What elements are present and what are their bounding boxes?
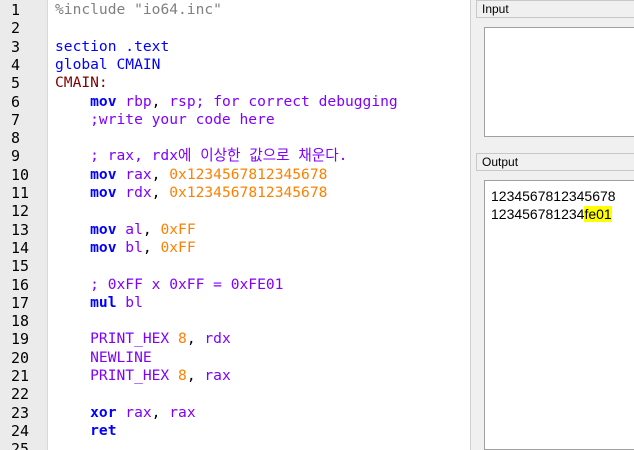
code-token: mul — [55, 293, 117, 311]
code-token: , — [186, 330, 196, 348]
code-token: bl — [116, 293, 143, 311]
input-panel-title: Input — [476, 0, 634, 18]
code-token: 0x1234567812345678 — [160, 165, 328, 183]
output-textbox[interactable]: 1234567812345678 123456781234fe01 — [484, 180, 634, 450]
code-line-16[interactable]: ; 0xFF x 0xFF = 0xFE01 — [55, 276, 283, 294]
line-number: 8 — [11, 129, 21, 148]
line-number-gutter: 1 2 3 4 5 6 7 8 9 10 11 12 13 14 15 16 17 18 19 20 21 22 23 24 2… — [0, 0, 48, 450]
line-number: 18 — [11, 312, 30, 331]
code-token: xor — [55, 403, 117, 421]
line-number: 11 — [11, 184, 30, 202]
code-token: rdx — [195, 330, 231, 348]
line-number: 9 — [11, 147, 21, 166]
line-number: 22 — [11, 385, 30, 404]
code-token: mov — [55, 220, 117, 238]
code-token: rax — [160, 403, 196, 421]
line-number: 24 — [11, 421, 30, 440]
code-line-20[interactable]: NEWLINE — [55, 349, 152, 367]
line-number: 25 — [11, 440, 30, 450]
line-number: 10 — [11, 165, 30, 184]
code-token: PRINT_HEX — [55, 330, 170, 348]
line-number: 12 — [11, 202, 30, 221]
code-token: .text — [116, 37, 170, 55]
code-line-19[interactable]: PRINT_HEX 8, rdx — [55, 330, 231, 348]
code-token: 0x1234567812345678 — [160, 184, 328, 201]
line-number: 15 — [11, 257, 30, 276]
code-token: rax — [116, 403, 152, 421]
line-number: 3 — [11, 37, 21, 56]
code-line-4[interactable]: global CMAIN — [55, 56, 160, 74]
output-panel-title: Output — [476, 153, 634, 171]
code-line-14[interactable]: mov bl, 0xFF — [55, 238, 196, 257]
line-number: 17 — [11, 293, 30, 312]
code-line-24[interactable]: ret — [55, 421, 117, 440]
line-number: 20 — [11, 348, 30, 367]
code-line-7[interactable]: ;write your code here — [55, 111, 275, 129]
output-line-1: 1234567812345678 — [491, 188, 616, 204]
code-token: ret — [55, 421, 117, 439]
code-token: PRINT_HEX — [55, 367, 170, 384]
code-token: , — [142, 220, 152, 238]
code-line-21[interactable]: PRINT_HEX 8, rax — [55, 367, 231, 385]
code-line-23[interactable]: xor rax, rax — [55, 403, 196, 422]
line-number: 13 — [11, 220, 30, 239]
code-editor[interactable]: 1 2 3 4 5 6 7 8 9 10 11 12 13 14 15 16 17 18 19 20 21 22 23 24 2… — [0, 0, 470, 450]
output-line-2-text: 123456781234 — [491, 206, 585, 222]
line-number: 23 — [11, 403, 30, 422]
code-token: mov — [55, 165, 117, 183]
code-token: ;write your code here — [55, 110, 275, 128]
code-token: , — [142, 238, 152, 256]
code-line-5[interactable]: CMAIN: — [55, 74, 108, 92]
line-number: 19 — [11, 330, 30, 349]
code-token: bl — [116, 238, 143, 256]
line-number: 4 — [11, 55, 21, 74]
line-number: 7 — [11, 110, 21, 129]
code-token: NEWLINE — [55, 348, 152, 366]
code-token: CMAIN: — [55, 74, 108, 92]
code-token: rax — [195, 367, 231, 384]
code-token: CMAIN — [107, 55, 161, 73]
code-line-10[interactable]: mov rax, 0x1234567812345678 — [55, 166, 327, 184]
output-highlight: fe01 — [584, 206, 612, 222]
line-number: 6 — [11, 92, 21, 111]
code-token: , — [186, 367, 196, 384]
code-token: rax — [116, 165, 152, 183]
code-token: section — [55, 37, 117, 55]
code-token: al — [116, 220, 143, 238]
code-line-6[interactable]: mov rbp, rsp; for correct debugging — [55, 93, 398, 111]
line-number: 5 — [11, 74, 21, 93]
code-token: 8 — [169, 330, 187, 348]
code-token: %include — [55, 1, 126, 18]
code-token: rsp — [160, 92, 196, 110]
code-token: mov — [55, 238, 117, 256]
input-textbox[interactable] — [484, 27, 634, 137]
line-number: 16 — [11, 275, 30, 294]
code-line-17[interactable]: mul bl — [55, 294, 143, 312]
code-token: "io64.inc" — [125, 1, 222, 18]
code-token: 8 — [169, 367, 187, 384]
code-line-13[interactable]: mov al, 0xFF — [55, 220, 196, 239]
code-line-11[interactable]: mov rdx, 0x1234567812345678 — [55, 184, 327, 202]
code-token: ; 0xFF x 0xFF = 0xFE01 — [55, 275, 284, 293]
code-token: ; for correct debugging — [195, 92, 398, 110]
line-number: 14 — [11, 238, 30, 257]
code-token: ; rax, rdx에 이상한 값으로 채운다. — [55, 147, 348, 165]
output-line-2: 123456781234fe01 — [491, 206, 612, 222]
code-token: mov — [55, 92, 117, 110]
code-token: rbp — [116, 92, 152, 110]
code-token: 0xFF — [151, 238, 196, 256]
code-token: global — [55, 55, 108, 73]
code-token: mov — [55, 184, 117, 201]
code-token: 0xFF — [151, 220, 196, 238]
code-line-3[interactable]: section .text — [55, 38, 169, 56]
code-line-1[interactable]: %include "io64.inc" — [55, 1, 222, 19]
code-token: rdx — [116, 184, 152, 201]
io-pane: Input Output 1234567812345678 1234567812… — [474, 0, 634, 450]
line-number: 2 — [11, 19, 21, 38]
line-number: 21 — [11, 367, 30, 385]
code-line-9[interactable]: ; rax, rdx에 이상한 값으로 채운다. — [55, 147, 347, 165]
line-number: 1 — [11, 1, 21, 19]
